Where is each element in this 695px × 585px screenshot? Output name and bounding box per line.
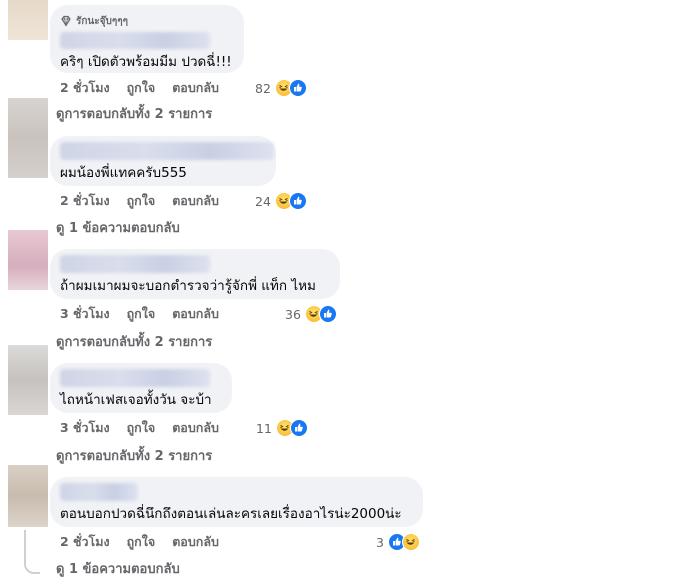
reply-button[interactable]: ตอบกลับ — [172, 304, 219, 324]
like-button[interactable]: ถูกใจ — [127, 532, 156, 552]
reaction-summary[interactable]: 82 — [255, 79, 307, 97]
commenter-name[interactable] — [60, 369, 210, 387]
like-button[interactable]: ถูกใจ — [127, 78, 156, 98]
like-button[interactable]: ถูกใจ — [127, 191, 156, 211]
like-reaction-icon — [318, 305, 337, 323]
view-replies-link[interactable]: ดู 1 ข้อความตอบกลับ — [56, 220, 180, 238]
avatar[interactable] — [8, 0, 48, 40]
timestamp[interactable]: 2 ชั่วโมง — [60, 78, 110, 98]
view-replies-link[interactable]: ดูการตอบกลับทั้ง 2 รายการ — [56, 106, 212, 124]
comment: ถ้าผมเมาผมจะบอกตำรวจว่ารู้จักพี่ แท็ก ไห… — [50, 249, 340, 299]
comment: รักนะจุ๊บๆๆๆ คริๆ เปิดตัวพร้อมมีม ปวดฉี่… — [50, 5, 244, 73]
reply-button[interactable]: ตอบกลับ — [172, 418, 219, 438]
like-reaction-icon — [288, 79, 307, 97]
like-reaction-icon — [289, 419, 308, 437]
reaction-count: 82 — [255, 80, 271, 96]
comment-bubble: ตอนบอกปวดฉี่นึกถึงตอนเล่นละครเลยเรื่องอา… — [50, 477, 423, 527]
avatar[interactable] — [8, 98, 48, 178]
comment-text: ไถหน้าเฟสเจอทั้งวัน จะบ้า — [60, 392, 212, 408]
avatar[interactable] — [8, 465, 48, 527]
reply-button[interactable]: ตอบกลับ — [172, 78, 219, 98]
comment-text: ตอนบอกปวดฉี่นึกถึงตอนเล่นละครเลยเรื่องอา… — [60, 506, 402, 522]
comment-bubble: ถ้าผมเมาผมจะบอกตำรวจว่ารู้จักพี่ แท็ก ไห… — [50, 249, 340, 299]
commenter-name[interactable] — [60, 255, 210, 273]
comment-actions: 3 ชั่วโมง ถูกใจ ตอบกลับ — [60, 305, 236, 323]
comment-text: ถ้าผมเมาผมจะบอกตำรวจว่ารู้จักพี่ แท็ก ไห… — [60, 278, 316, 294]
like-reaction-icon — [288, 192, 307, 210]
reaction-summary[interactable]: 3 — [376, 533, 420, 551]
view-replies-link[interactable]: ดูการตอบกลับทั้ง 2 รายการ — [56, 448, 212, 466]
commenter-name[interactable] — [60, 142, 274, 160]
diamond-icon — [61, 15, 71, 27]
timestamp[interactable]: 2 ชั่วโมง — [60, 532, 110, 552]
reaction-count: 36 — [285, 306, 301, 322]
view-replies-link[interactable]: ดู 1 ข้อความตอบกลับ — [56, 561, 180, 579]
badge-label: รักนะจุ๊บๆๆๆ — [76, 15, 128, 27]
like-button[interactable]: ถูกใจ — [127, 304, 156, 324]
comment-bubble: ไถหน้าเฟสเจอทั้งวัน จะบ้า — [50, 363, 232, 413]
timestamp[interactable]: 3 ชั่วโมง — [60, 418, 110, 438]
comment-bubble: ผมน้องพี่แทคครับ555 — [50, 136, 276, 186]
reaction-summary[interactable]: 11 — [256, 419, 308, 437]
view-replies-link[interactable]: ดูการตอบกลับทั้ง 2 รายการ — [56, 334, 212, 352]
reply-button[interactable]: ตอบกลับ — [172, 191, 219, 211]
reaction-count: 11 — [256, 420, 272, 436]
commenter-name[interactable] — [60, 32, 210, 49]
comment-bubble: รักนะจุ๊บๆๆๆ คริๆ เปิดตัวพร้อมมีม ปวดฉี่… — [50, 5, 244, 73]
reaction-summary[interactable]: 24 — [255, 192, 307, 210]
comment-actions: 2 ชั่วโมง ถูกใจ ตอบกลับ — [60, 533, 236, 551]
reaction-count: 3 — [376, 534, 384, 550]
comment-text: ผมน้องพี่แทคครับ555 — [60, 165, 187, 181]
avatar[interactable] — [8, 230, 48, 290]
reply-button[interactable]: ตอบกลับ — [172, 532, 219, 552]
comment: ผมน้องพี่แทคครับ555 — [50, 136, 276, 186]
timestamp[interactable]: 2 ชั่วโมง — [60, 191, 110, 211]
like-button[interactable]: ถูกใจ — [127, 418, 156, 438]
haha-reaction-icon — [401, 533, 420, 551]
comment: ตอนบอกปวดฉี่นึกถึงตอนเล่นละครเลยเรื่องอา… — [50, 477, 423, 527]
reply-thread-line — [24, 530, 40, 574]
comment-actions: 3 ชั่วโมง ถูกใจ ตอบกลับ — [60, 419, 236, 437]
fan-badge[interactable]: รักนะจุ๊บๆๆๆ — [60, 13, 232, 29]
comment-text: คริๆ เปิดตัวพร้อมมีม ปวดฉี่!!! — [60, 54, 232, 70]
commenter-name[interactable] — [60, 483, 138, 501]
comment: ไถหน้าเฟสเจอทั้งวัน จะบ้า — [50, 363, 232, 413]
avatar[interactable] — [8, 345, 48, 415]
reaction-count: 24 — [255, 193, 271, 209]
comment-actions: 2 ชั่วโมง ถูกใจ ตอบกลับ — [60, 192, 236, 210]
comment-actions: 2 ชั่วโมง ถูกใจ ตอบกลับ — [60, 79, 236, 97]
reaction-summary[interactable]: 36 — [285, 305, 337, 323]
timestamp[interactable]: 3 ชั่วโมง — [60, 304, 110, 324]
